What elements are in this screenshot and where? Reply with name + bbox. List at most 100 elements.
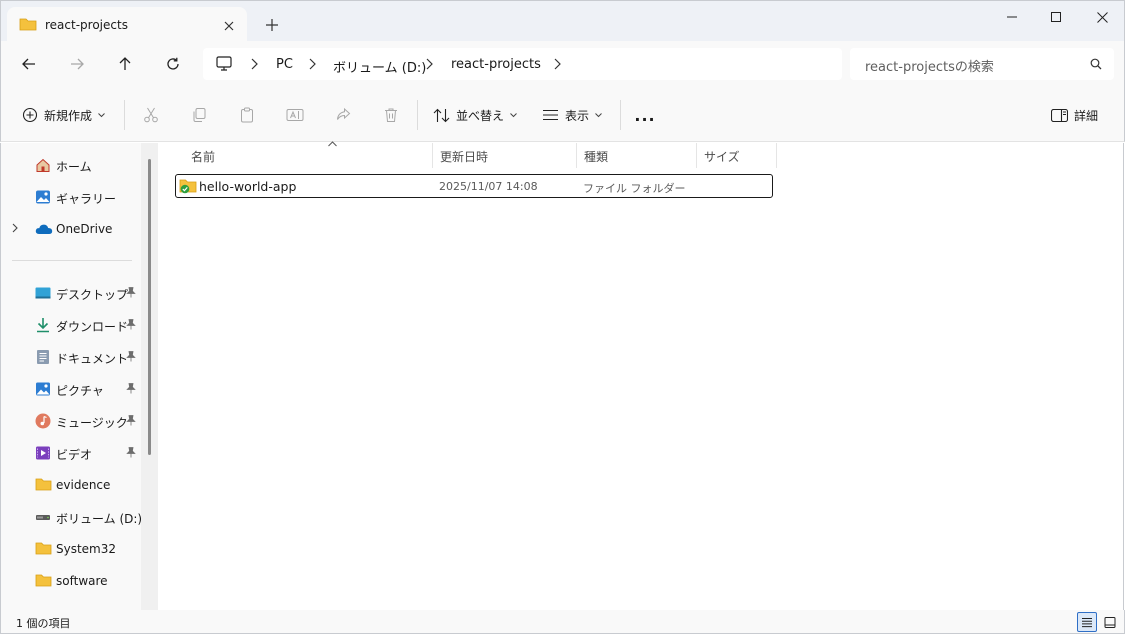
sort-arrows-icon [433,108,450,123]
sidebar-item-volume-d[interactable]: ボリューム (D:) [1,504,142,530]
file-list: 名前 更新日時 種類 サイズ hello-world-app 2025/11/0… [158,141,1124,610]
chevron-right-icon[interactable] [12,223,18,233]
music-icon [35,413,51,429]
sidebar-item-desktop[interactable]: デスクトップ [1,280,141,306]
column-header-type[interactable]: 種類 [577,143,697,168]
rename-icon[interactable] [285,105,305,125]
pin-icon[interactable] [126,319,136,330]
pin-icon[interactable] [126,447,136,458]
pc-monitor-icon[interactable] [216,56,232,71]
sidebar-item-system32[interactable]: System32 [1,536,141,562]
tab-react-projects[interactable]: react-projects [7,7,247,42]
new-button[interactable]: 新規作成 [22,105,105,125]
tab-close-icon[interactable] [219,16,239,36]
document-icon [35,349,51,365]
sort-button[interactable]: 並べ替え [433,105,517,125]
navigation-bar: PC ボリューム (D:) react-projects react-proje… [0,41,1125,87]
toolbar-divider [620,100,621,130]
video-icon [35,445,51,461]
breadcrumb-chevron-icon[interactable] [554,58,564,70]
gallery-icon [35,189,51,205]
sidebar-item-downloads[interactable]: ダウンロード [1,312,141,338]
title-bar: react-projects [0,0,1125,42]
file-type: ファイル フォルダー [583,182,686,195]
sort-ascending-icon [328,141,337,147]
pictures-icon [35,381,51,397]
sidebar-item-music[interactable]: ミュージック [1,408,141,434]
refresh-icon[interactable] [160,51,186,77]
sidebar-divider [12,260,132,261]
breadcrumb-chevron-icon[interactable] [309,58,319,70]
sidebar-item-gallery[interactable]: ギャラリー [1,184,141,210]
folder-icon [19,17,37,31]
folder-icon [35,541,52,557]
chevron-down-icon [510,112,517,118]
command-bar: 新規作成 並べ替え 表示 ... 詳細 [0,87,1125,142]
chevron-down-icon [595,112,602,118]
sidebar-item-videos[interactable]: ビデオ [1,440,141,466]
sidebar-item-home[interactable]: ホーム [1,152,141,178]
sort-button-label: 並べ替え [456,108,505,123]
search-input[interactable]: react-projectsの検索 [865,56,994,75]
breadcrumb-react-projects[interactable]: react-projects [451,57,541,72]
plus-circle-icon [22,107,38,123]
pin-icon[interactable] [126,415,136,426]
view-button-label: 表示 [565,108,590,123]
copy-icon[interactable] [189,105,209,125]
paste-icon[interactable] [237,105,257,125]
pin-icon[interactable] [126,383,136,394]
breadcrumb-pc[interactable]: PC [276,57,293,72]
forward-arrow-icon[interactable] [64,51,90,77]
close-icon[interactable] [1087,5,1117,29]
toolbar-divider [417,100,418,130]
sidebar-item-software[interactable]: software [1,568,141,594]
breadcrumb-chevron-icon[interactable] [251,58,261,70]
column-header-name[interactable]: 名前 [184,141,433,168]
breadcrumb-chevron-icon[interactable] [426,58,436,70]
column-header-modified[interactable]: 更新日時 [433,143,577,168]
cut-icon[interactable] [141,105,161,125]
onedrive-cloud-icon [35,221,53,237]
sidebar-scrollbar-thumb[interactable] [148,159,151,455]
sidebar-item-pictures[interactable]: ピクチャ [1,376,141,402]
details-pane-button[interactable]: 詳細 [1051,105,1098,125]
chevron-down-icon [98,112,105,118]
item-count: 1 個の項目 [16,617,71,630]
back-arrow-icon[interactable] [16,51,42,77]
download-icon [35,317,51,333]
large-icons-view-icon[interactable] [1100,612,1120,632]
details-pane-label: 詳細 [1074,108,1099,123]
file-row[interactable]: hello-world-app 2025/11/07 14:08 ファイル フォ… [175,174,773,198]
search-icon[interactable] [1090,58,1102,70]
synced-folder-icon [179,178,197,194]
address-bar[interactable]: PC ボリューム (D:) react-projects [203,48,842,80]
search-box[interactable]: react-projectsの検索 [850,48,1114,80]
details-view-icon[interactable] [1077,612,1097,632]
details-pane-icon [1051,108,1068,122]
tab-title: react-projects [45,18,128,32]
new-button-label: 新規作成 [44,108,93,123]
more-options-icon[interactable]: ... [634,105,655,125]
maximize-icon[interactable] [1041,5,1071,29]
pin-icon[interactable] [126,351,136,362]
breadcrumb-volume-d[interactable]: ボリューム (D:) [333,57,426,76]
home-icon [35,157,51,173]
file-modified: 2025/11/07 14:08 [439,180,538,193]
up-arrow-icon[interactable] [112,51,138,77]
file-name: hello-world-app [199,179,297,194]
minimize-icon[interactable] [997,5,1027,29]
sidebar-item-documents[interactable]: ドキュメント [1,344,141,370]
share-icon[interactable] [333,105,353,125]
status-bar: 1 個の項目 [0,610,1125,634]
new-tab-icon[interactable] [263,16,281,34]
pin-icon[interactable] [126,287,136,298]
delete-icon[interactable] [381,105,401,125]
toolbar-divider [124,100,125,130]
sidebar-item-onedrive[interactable]: OneDrive [1,216,141,242]
folder-icon [35,573,52,589]
view-lines-icon [542,109,559,121]
view-button[interactable]: 表示 [542,105,602,125]
column-header-size[interactable]: サイズ [697,143,777,168]
sidebar-item-evidence[interactable]: evidence [1,472,141,498]
desktop-icon [35,285,51,301]
